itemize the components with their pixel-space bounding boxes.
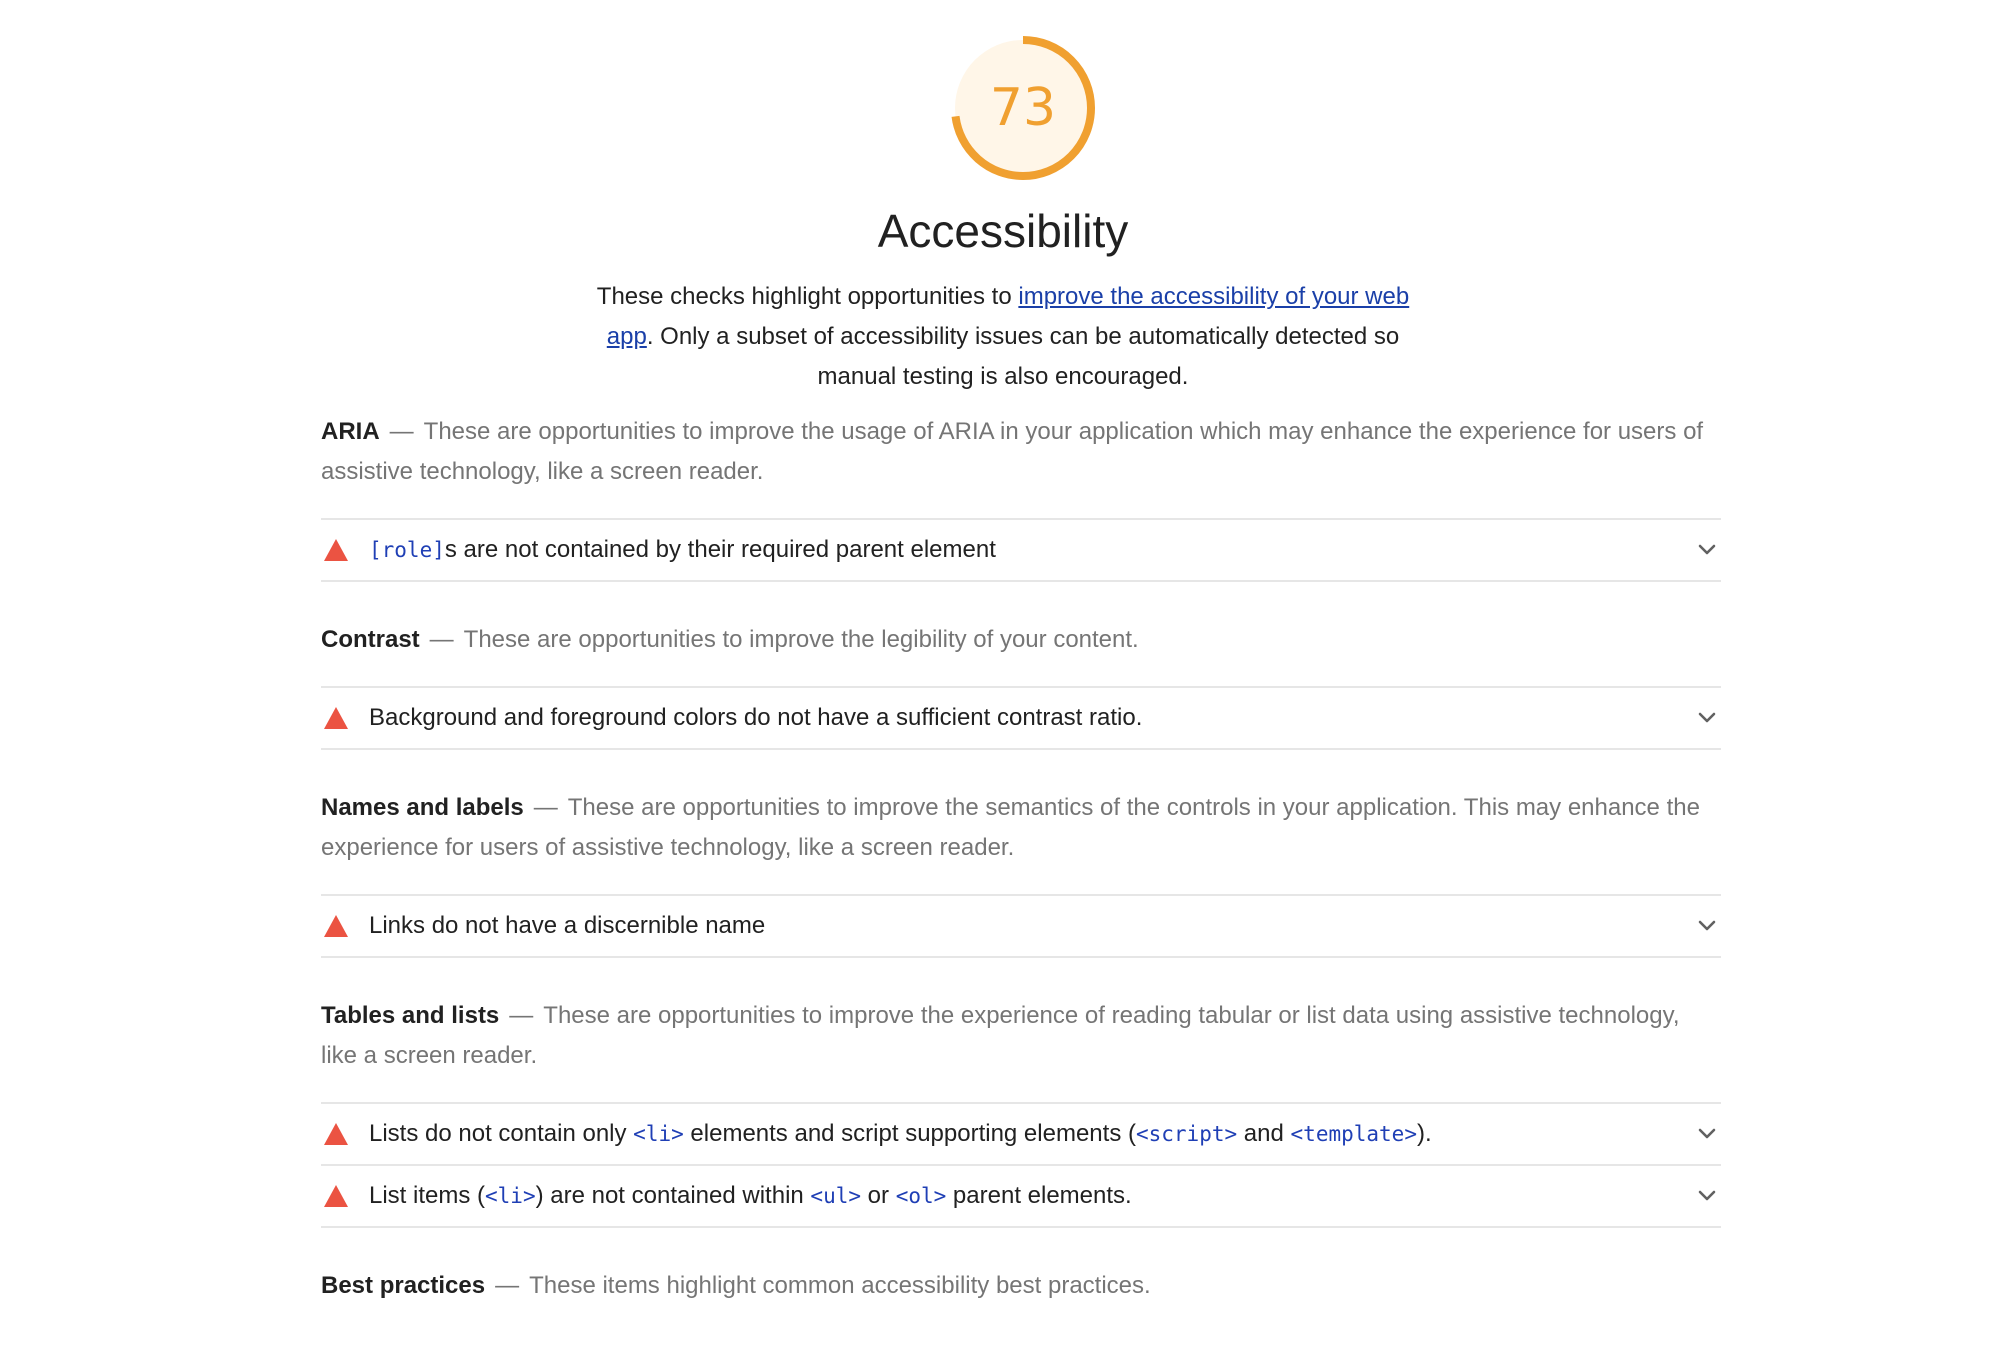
score-gauge: 73 [947,32,1099,184]
code-snippet: <script> [1135,1122,1238,1146]
audit-group-contrast: Contrast — These are opportunities to impr… [321,620,1721,750]
audit-group-aria: ARIA — These are opportunities to improve … [321,412,1721,582]
audit-group-best-practices: Best practices — These items highlight com… [321,1266,1721,1306]
group-separator: — [495,1272,520,1299]
audit-title-text: Background and foreground colors do not … [369,704,1143,731]
fail-triangle-icon [324,915,348,937]
group-header: Best practices — These items highlight com… [321,1266,1721,1306]
score-value: 73 [989,78,1057,138]
audit-item[interactable]: Lists do not contain only <li> elements … [321,1104,1721,1166]
audit-title: Links do not have a discernible name [369,912,1721,940]
audit-title: Lists do not contain only <li> elements … [369,1120,1721,1148]
code-snippet: [role] [369,538,445,562]
audit-item[interactable]: Background and foreground colors do not … [321,688,1721,750]
chevron-down-icon[interactable] [1693,704,1721,732]
group-name: Contrast [321,626,420,653]
code-snippet: <ul> [810,1184,861,1208]
group-header: Contrast — These are opportunities to impr… [321,620,1721,660]
audit-title: List items (<li>) are not contained with… [369,1182,1721,1210]
fail-triangle-icon [324,707,348,729]
group-separator: — [429,626,454,653]
group-header: Tables and lists — These are opportunities… [321,996,1721,1076]
group-description: These are opportunities to improve the l… [463,626,1139,653]
chevron-down-icon[interactable] [1693,912,1721,940]
category-description-text: These checks highlight opportunities to [596,283,1019,310]
group-header: Names and labels — These are opportunities… [321,788,1721,868]
code-snippet: <template> [1290,1122,1417,1146]
code-snippet: <ol> [895,1184,947,1208]
audit-title-text: elements and script supporting elements … [683,1120,1136,1147]
audit-group-tables-and-lists: Tables and lists — These are opportunities… [321,996,1721,1228]
group-name: ARIA [321,418,380,445]
chevron-down-icon[interactable] [1693,1182,1721,1210]
audit-title-text: and [1237,1120,1291,1147]
audit-item[interactable]: List items (<li>) are not contained with… [321,1166,1721,1228]
audit-group-names-and-labels: Names and labels — These are opportunities… [321,788,1721,958]
audit-title: [role]s are not contained by their requi… [369,536,1721,564]
audit-list: Links do not have a discernible name [321,894,1721,958]
audit-item[interactable]: [role]s are not contained by their requi… [321,520,1721,582]
group-name: Tables and lists [321,1002,500,1029]
audit-title: Background and foreground colors do not … [369,704,1721,732]
audit-list: Background and foreground colors do not … [321,686,1721,750]
category-title: Accessibility [877,205,1129,257]
audit-list: [role]s are not contained by their requi… [321,518,1721,582]
fail-triangle-icon [324,1185,348,1207]
audit-title-text: or [861,1182,896,1209]
group-description: These are opportunities to improve the u… [321,418,1704,485]
fail-triangle-icon [324,539,348,561]
audit-title-text: Links do not have a discernible name [369,912,766,939]
group-separator: — [533,794,558,821]
category-description: These checks highlight opportunities to … [583,277,1423,397]
chevron-down-icon[interactable] [1693,1120,1721,1148]
audit-title-text: ) are not contained within [535,1182,811,1209]
audit-title-text: ). [1416,1120,1432,1147]
audit-title-text: Lists do not contain only [369,1120,634,1147]
group-separator: — [509,1002,534,1029]
fail-triangle-icon [324,1123,348,1145]
audit-item[interactable]: Links do not have a discernible name [321,896,1721,958]
group-separator: — [389,418,414,445]
audit-title-text: s are not contained by their required pa… [444,536,996,563]
group-header: ARIA — These are opportunities to improve … [321,412,1721,492]
audit-list: Lists do not contain only <li> elements … [321,1102,1721,1228]
group-name: Names and labels [321,794,524,821]
audit-title-text: parent elements. [946,1182,1132,1209]
audit-groups: ARIA — These are opportunities to improve … [321,412,1721,1344]
code-snippet: <li> [633,1122,684,1146]
audit-title-text: List items ( [369,1182,486,1209]
group-name: Best practices [321,1272,486,1299]
category-description-text-end: . Only a subset of accessibility issues … [646,323,1400,390]
chevron-down-icon[interactable] [1693,536,1721,564]
code-snippet: <li> [485,1184,536,1208]
group-description: These items highlight common accessibili… [529,1272,1151,1299]
